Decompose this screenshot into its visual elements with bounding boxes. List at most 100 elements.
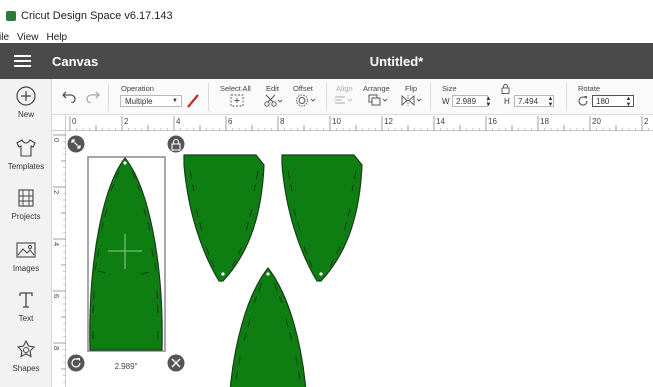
sidebar-item-images[interactable]: Images: [0, 239, 52, 273]
delete-handle-icon[interactable]: [167, 354, 185, 372]
redo-icon[interactable]: [85, 89, 101, 103]
flip-label: Flip: [405, 84, 418, 93]
ruler-label: 8: [280, 117, 285, 126]
operation-value: Multiple: [125, 97, 153, 106]
ruler-label: 2: [124, 117, 129, 126]
petal-shape-1: [89, 157, 163, 351]
width-label: W: [442, 97, 450, 106]
selected-petal-shape[interactable]: [87, 156, 166, 352]
sidebar-item-templates[interactable]: Templates: [0, 137, 52, 171]
ruler-label: 14: [436, 117, 445, 126]
ruler-label: 2: [52, 190, 61, 194]
app-header: Canvas Untitled*: [0, 43, 653, 79]
width-input[interactable]: 2.989: [452, 95, 488, 107]
plus-circle-icon: [16, 86, 36, 106]
select-all-label: Select All: [220, 84, 251, 93]
ruler-label: 6: [52, 294, 61, 298]
menu-view[interactable]: View: [17, 32, 39, 43]
align-icon[interactable]: [334, 94, 354, 107]
rotate-handle-icon[interactable]: [67, 354, 85, 372]
horizontal-ruler-ticks: 0 2 4 6 8 10 12 14 16 18 20 2: [69, 116, 649, 131]
height-stepper[interactable]: ▲ ▼: [546, 96, 555, 108]
offset-label: Offset: [293, 84, 313, 93]
hamburger-menu-icon[interactable]: [0, 43, 44, 79]
text-icon: [19, 292, 33, 308]
ruler-label: 12: [384, 117, 393, 126]
petal-shape-2[interactable]: [183, 154, 265, 282]
title-bar: Cricut Design Space v6.17.143: [0, 0, 653, 32]
ruler-label: 20: [592, 117, 601, 126]
sidebar-item-label: Shapes: [12, 364, 40, 373]
edit-label: Edit: [266, 84, 279, 93]
sidebar-item-label: Templates: [7, 162, 45, 171]
sidebar-item-new[interactable]: New: [0, 85, 52, 119]
lock-handle-icon[interactable]: [167, 135, 185, 153]
flip-icon[interactable]: [401, 94, 423, 107]
resize-handle-icon[interactable]: [67, 135, 85, 153]
ruler-label: 4: [176, 117, 181, 126]
ruler-label: 0: [52, 138, 61, 142]
menu-file[interactable]: ile: [0, 32, 9, 43]
ruler-label: 2: [644, 117, 649, 126]
toolbar-divider: [108, 83, 109, 111]
size-label: Size: [442, 84, 457, 93]
petal-shape-3[interactable]: [281, 154, 363, 282]
canvas-artwork: 2.989": [67, 135, 363, 387]
ruler-label: 0: [72, 117, 77, 126]
shapes-icon: [16, 339, 36, 358]
ruler-label: 10: [332, 117, 341, 126]
operation-select[interactable]: Multiple ▼: [120, 95, 182, 107]
petal-shape-4[interactable]: [229, 267, 307, 387]
cricut-logo-icon: [6, 11, 16, 21]
vertical-ruler: 0 2 4 6 8: [52, 131, 66, 387]
scissors-icon[interactable]: [263, 94, 283, 107]
horizontal-ruler: 0 2 4 6 8 10 12 14 16 18 20 2: [66, 115, 653, 131]
vertical-ruler-ticks: 0 2 4 6 8: [52, 134, 66, 383]
ruler-label: 16: [488, 117, 497, 126]
ruler-label: 4: [52, 242, 61, 246]
edit-toolbar: Operation Multiple ▼ Select All Edit Off…: [52, 79, 653, 115]
sidebar-item-label: Images: [12, 264, 40, 273]
rotate-label: Rotate: [578, 84, 601, 93]
sidebar-item-shapes[interactable]: Shapes: [0, 339, 52, 373]
undo-icon[interactable]: [61, 89, 77, 103]
arrange-label: Arrange: [363, 84, 390, 93]
shirt-icon: [16, 139, 36, 157]
sidebar-item-text[interactable]: Text: [0, 289, 52, 323]
projects-icon: [18, 189, 34, 207]
rotate-icon: [578, 96, 588, 106]
chevron-down-icon: ▼: [172, 98, 178, 104]
toolbar-divider: [566, 83, 567, 111]
align-label: Align: [336, 84, 353, 93]
operation-label: Operation: [121, 84, 154, 93]
toolbar-divider: [326, 83, 327, 111]
app-window: Cricut Design Space v6.17.143 ile View H…: [0, 0, 653, 387]
width-stepper[interactable]: ▲ ▼: [484, 96, 493, 108]
left-sidebar: New Templates Projects Images Text Shape…: [0, 79, 52, 387]
ruler-label: 18: [540, 117, 549, 126]
toolbar-divider: [430, 83, 431, 111]
height-label: H: [504, 97, 510, 106]
sidebar-item-label: Projects: [11, 212, 41, 221]
offset-icon[interactable]: [295, 94, 317, 107]
design-canvas[interactable]: 2.989": [66, 131, 653, 387]
ruler-corner: [52, 115, 66, 131]
ruler-label: 6: [228, 117, 233, 126]
sidebar-item-label: Text: [18, 314, 34, 323]
pen-color-icon[interactable]: [186, 93, 200, 109]
sidebar-item-projects[interactable]: Projects: [0, 187, 52, 221]
image-icon: [16, 242, 36, 258]
sidebar-item-label: New: [17, 110, 34, 119]
menu-bar: ile View Help: [0, 30, 653, 44]
selection-width-readout: 2.989": [115, 362, 138, 371]
arrange-icon[interactable]: [368, 94, 390, 107]
lock-icon[interactable]: [501, 84, 510, 94]
rotate-stepper[interactable]: ▲ ▼: [624, 96, 633, 108]
select-all-icon[interactable]: [230, 94, 244, 107]
pivot-dot: [123, 161, 127, 165]
canvas-label: Canvas: [52, 53, 99, 69]
menu-help[interactable]: Help: [47, 32, 68, 43]
window-title: Cricut Design Space v6.17.143: [21, 10, 173, 22]
ruler-label: 8: [52, 346, 61, 350]
toolbar-divider: [208, 83, 209, 111]
